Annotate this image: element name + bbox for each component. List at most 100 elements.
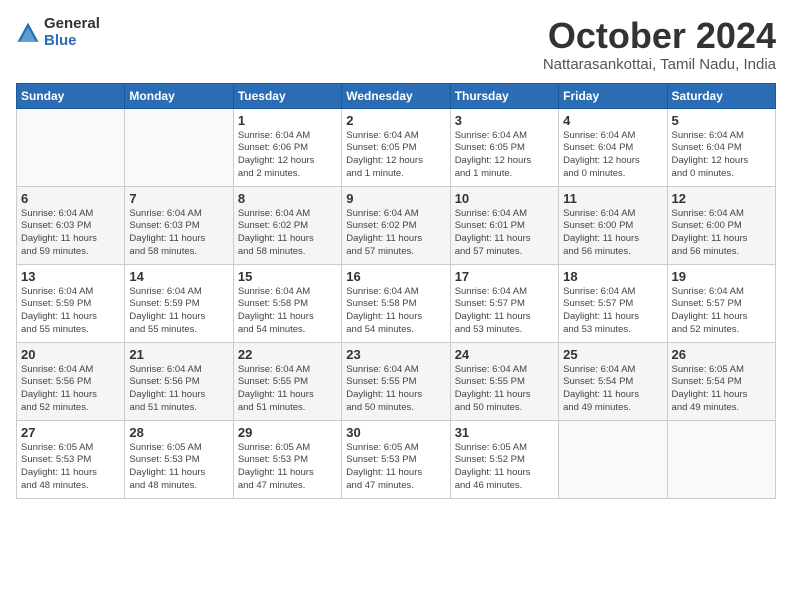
- day-info: Sunrise: 6:04 AM Sunset: 6:02 PM Dayligh…: [346, 208, 445, 259]
- day-number: 4: [563, 113, 662, 128]
- day-of-week-header: Monday: [125, 83, 233, 108]
- logo-text: General Blue: [44, 16, 100, 49]
- day-info: Sunrise: 6:04 AM Sunset: 6:02 PM Dayligh…: [238, 208, 337, 259]
- day-info: Sunrise: 6:04 AM Sunset: 5:55 PM Dayligh…: [455, 364, 554, 415]
- day-info: Sunrise: 6:04 AM Sunset: 6:01 PM Dayligh…: [455, 208, 554, 259]
- day-number: 9: [346, 191, 445, 206]
- day-number: 25: [563, 347, 662, 362]
- calendar-cell: 16 Sunrise: 6:04 AM Sunset: 5:58 PM Dayli…: [342, 264, 450, 342]
- day-info: Sunrise: 6:04 AM Sunset: 6:05 PM Dayligh…: [455, 130, 554, 181]
- calendar-cell: 17Sunrise: 6:04 AM Sunset: 5:57 PM Dayli…: [450, 264, 558, 342]
- day-number: 30: [346, 425, 445, 440]
- day-info: Sunrise: 6:04 AM Sunset: 5:57 PM Dayligh…: [455, 286, 554, 337]
- day-number: 13: [21, 269, 120, 284]
- day-info: Sunrise: 6:05 AM Sunset: 5:53 PM Dayligh…: [346, 442, 445, 493]
- calendar-cell: 5Sunrise: 6:04 AM Sunset: 6:04 PM Daylig…: [667, 108, 775, 186]
- day-info: Sunrise: 6:05 AM Sunset: 5:54 PM Dayligh…: [672, 364, 771, 415]
- calendar-cell: 25Sunrise: 6:04 AM Sunset: 5:54 PM Dayli…: [559, 342, 667, 420]
- calendar-cell: [559, 420, 667, 498]
- day-info: Sunrise: 6:04 AM Sunset: 6:00 PM Dayligh…: [563, 208, 662, 259]
- calendar-cell: 23 Sunrise: 6:04 AM Sunset: 5:55 PM Dayli…: [342, 342, 450, 420]
- day-info: Sunrise: 6:04 AM Sunset: 6:04 PM Dayligh…: [563, 130, 662, 181]
- day-number: 22: [238, 347, 337, 362]
- day-number: 1: [238, 113, 337, 128]
- day-number: 23: [346, 347, 445, 362]
- calendar-cell: 24 Sunrise: 6:04 AM Sunset: 5:55 PM Dayli…: [450, 342, 558, 420]
- month-title: October 2024: [543, 16, 776, 56]
- calendar-week-row: 1 Sunrise: 6:04 AM Sunset: 6:06 PM Daylig…: [17, 108, 776, 186]
- day-info: Sunrise: 6:05 AM Sunset: 5:53 PM Dayligh…: [21, 442, 120, 493]
- day-info: Sunrise: 6:04 AM Sunset: 6:03 PM Dayligh…: [129, 208, 228, 259]
- calendar-cell: 3 Sunrise: 6:04 AM Sunset: 6:05 PM Daylig…: [450, 108, 558, 186]
- calendar-cell: 21 Sunrise: 6:04 AM Sunset: 5:56 PM Dayli…: [125, 342, 233, 420]
- day-number: 15: [238, 269, 337, 284]
- day-info: Sunrise: 6:04 AM Sunset: 6:03 PM Dayligh…: [21, 208, 120, 259]
- day-number: 8: [238, 191, 337, 206]
- day-info: Sunrise: 6:04 AM Sunset: 5:55 PM Dayligh…: [346, 364, 445, 415]
- day-of-week-header: Thursday: [450, 83, 558, 108]
- day-info: Sunrise: 6:04 AM Sunset: 5:56 PM Dayligh…: [21, 364, 120, 415]
- day-number: 20: [21, 347, 120, 362]
- calendar-cell: 8 Sunrise: 6:04 AM Sunset: 6:02 PM Daylig…: [233, 186, 341, 264]
- calendar-cell: 28 Sunrise: 6:05 AM Sunset: 5:53 PM Dayli…: [125, 420, 233, 498]
- calendar-cell: [17, 108, 125, 186]
- calendar-cell: 15 Sunrise: 6:04 AM Sunset: 5:58 PM Dayli…: [233, 264, 341, 342]
- day-info: Sunrise: 6:04 AM Sunset: 5:58 PM Dayligh…: [238, 286, 337, 337]
- calendar-week-row: 20 Sunrise: 6:04 AM Sunset: 5:56 PM Dayli…: [17, 342, 776, 420]
- logo-general-text: General: [44, 16, 100, 33]
- day-number: 2: [346, 113, 445, 128]
- calendar-cell: 7 Sunrise: 6:04 AM Sunset: 6:03 PM Daylig…: [125, 186, 233, 264]
- day-number: 10: [455, 191, 554, 206]
- day-number: 12: [672, 191, 771, 206]
- calendar-body: 1 Sunrise: 6:04 AM Sunset: 6:06 PM Daylig…: [17, 108, 776, 498]
- day-info: Sunrise: 6:04 AM Sunset: 5:57 PM Dayligh…: [563, 286, 662, 337]
- day-number: 6: [21, 191, 120, 206]
- logo: General Blue: [16, 16, 100, 49]
- day-info: Sunrise: 6:05 AM Sunset: 5:53 PM Dayligh…: [129, 442, 228, 493]
- calendar-week-row: 27 Sunrise: 6:05 AM Sunset: 5:53 PM Dayli…: [17, 420, 776, 498]
- calendar-cell: 13Sunrise: 6:04 AM Sunset: 5:59 PM Dayli…: [17, 264, 125, 342]
- calendar-cell: [125, 108, 233, 186]
- day-of-week-header: Sunday: [17, 83, 125, 108]
- calendar-cell: 10 Sunrise: 6:04 AM Sunset: 6:01 PM Dayli…: [450, 186, 558, 264]
- day-number: 18: [563, 269, 662, 284]
- day-number: 29: [238, 425, 337, 440]
- calendar-cell: 4 Sunrise: 6:04 AM Sunset: 6:04 PM Daylig…: [559, 108, 667, 186]
- day-number: 28: [129, 425, 228, 440]
- day-number: 3: [455, 113, 554, 128]
- header-row: SundayMondayTuesdayWednesdayThursdayFrid…: [17, 83, 776, 108]
- calendar-cell: 12Sunrise: 6:04 AM Sunset: 6:00 PM Dayli…: [667, 186, 775, 264]
- day-of-week-header: Tuesday: [233, 83, 341, 108]
- calendar-cell: 18 Sunrise: 6:04 AM Sunset: 5:57 PM Dayli…: [559, 264, 667, 342]
- calendar-table: SundayMondayTuesdayWednesdayThursdayFrid…: [16, 83, 776, 499]
- day-info: Sunrise: 6:04 AM Sunset: 5:55 PM Dayligh…: [238, 364, 337, 415]
- day-number: 16: [346, 269, 445, 284]
- day-info: Sunrise: 6:04 AM Sunset: 6:05 PM Dayligh…: [346, 130, 445, 181]
- day-number: 31: [455, 425, 554, 440]
- day-info: Sunrise: 6:04 AM Sunset: 5:59 PM Dayligh…: [129, 286, 228, 337]
- day-info: Sunrise: 6:05 AM Sunset: 5:52 PM Dayligh…: [455, 442, 554, 493]
- day-number: 7: [129, 191, 228, 206]
- calendar-cell: 1 Sunrise: 6:04 AM Sunset: 6:06 PM Daylig…: [233, 108, 341, 186]
- day-number: 27: [21, 425, 120, 440]
- calendar-cell: 22 Sunrise: 6:04 AM Sunset: 5:55 PM Dayli…: [233, 342, 341, 420]
- calendar-header: SundayMondayTuesdayWednesdayThursdayFrid…: [17, 83, 776, 108]
- day-number: 5: [672, 113, 771, 128]
- day-info: Sunrise: 6:04 AM Sunset: 6:06 PM Dayligh…: [238, 130, 337, 181]
- calendar-cell: [667, 420, 775, 498]
- day-info: Sunrise: 6:04 AM Sunset: 5:56 PM Dayligh…: [129, 364, 228, 415]
- day-info: Sunrise: 6:04 AM Sunset: 5:58 PM Dayligh…: [346, 286, 445, 337]
- day-number: 24: [455, 347, 554, 362]
- day-number: 14: [129, 269, 228, 284]
- day-number: 19: [672, 269, 771, 284]
- day-info: Sunrise: 6:05 AM Sunset: 5:53 PM Dayligh…: [238, 442, 337, 493]
- calendar-cell: 20 Sunrise: 6:04 AM Sunset: 5:56 PM Dayli…: [17, 342, 125, 420]
- calendar-cell: 9 Sunrise: 6:04 AM Sunset: 6:02 PM Daylig…: [342, 186, 450, 264]
- logo-blue-text: Blue: [44, 33, 100, 50]
- day-number: 21: [129, 347, 228, 362]
- calendar-cell: 27 Sunrise: 6:05 AM Sunset: 5:53 PM Dayli…: [17, 420, 125, 498]
- calendar-cell: 31 Sunrise: 6:05 AM Sunset: 5:52 PM Dayli…: [450, 420, 558, 498]
- calendar-week-row: 6 Sunrise: 6:04 AM Sunset: 6:03 PM Daylig…: [17, 186, 776, 264]
- day-of-week-header: Wednesday: [342, 83, 450, 108]
- calendar-week-row: 13 Sunrise: 6:04 AM Sunset: 5:59 PM Dayli…: [17, 264, 776, 342]
